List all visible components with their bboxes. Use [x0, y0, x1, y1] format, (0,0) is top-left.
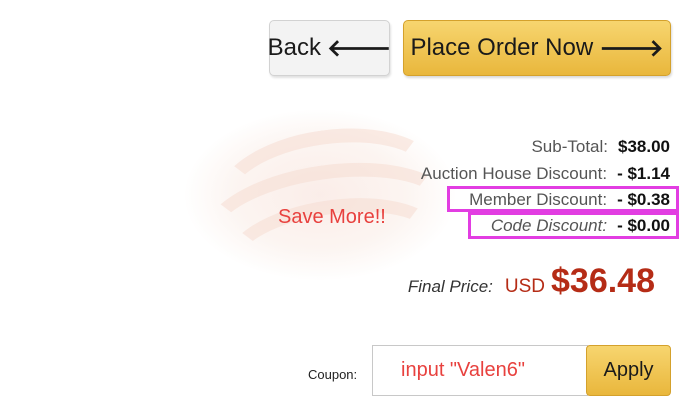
place-order-label: Place Order Now: [410, 34, 594, 61]
final-price: Final Price: USD $36.48: [408, 262, 655, 301]
coupon-label: Coupon:: [308, 367, 358, 382]
apply-button[interactable]: Apply: [586, 345, 671, 396]
save-more-annotation: Save More!!: [278, 206, 386, 228]
final-price-amount: $36.48: [551, 262, 655, 300]
back-button-label: Back: [267, 34, 321, 61]
arrow-left-icon: 🡐: [327, 35, 392, 62]
back-button[interactable]: Back 🡐: [267, 20, 392, 76]
auction-discount-row: Auction House Discount: - $1.14: [421, 164, 670, 184]
subtotal-value: $38.00: [618, 137, 670, 156]
subtotal-label: Sub-Total:: [531, 137, 608, 156]
member-discount-highlight: [447, 186, 679, 212]
final-price-label: Final Price:: [407, 277, 493, 296]
final-price-currency: USD: [504, 276, 545, 297]
code-discount-highlight: [468, 212, 679, 239]
subtotal-row: Sub-Total: $38.00: [531, 137, 670, 157]
coupon-input[interactable]: input "Valen6": [372, 345, 588, 396]
coupon-input-hint: input "Valen6": [401, 359, 525, 381]
place-order-button[interactable]: Place Order Now 🡒: [403, 20, 671, 76]
auction-discount-value: - $1.14: [617, 164, 670, 183]
arrow-right-icon: 🡒: [599, 35, 664, 62]
auction-discount-label: Auction House Discount:: [420, 164, 608, 183]
